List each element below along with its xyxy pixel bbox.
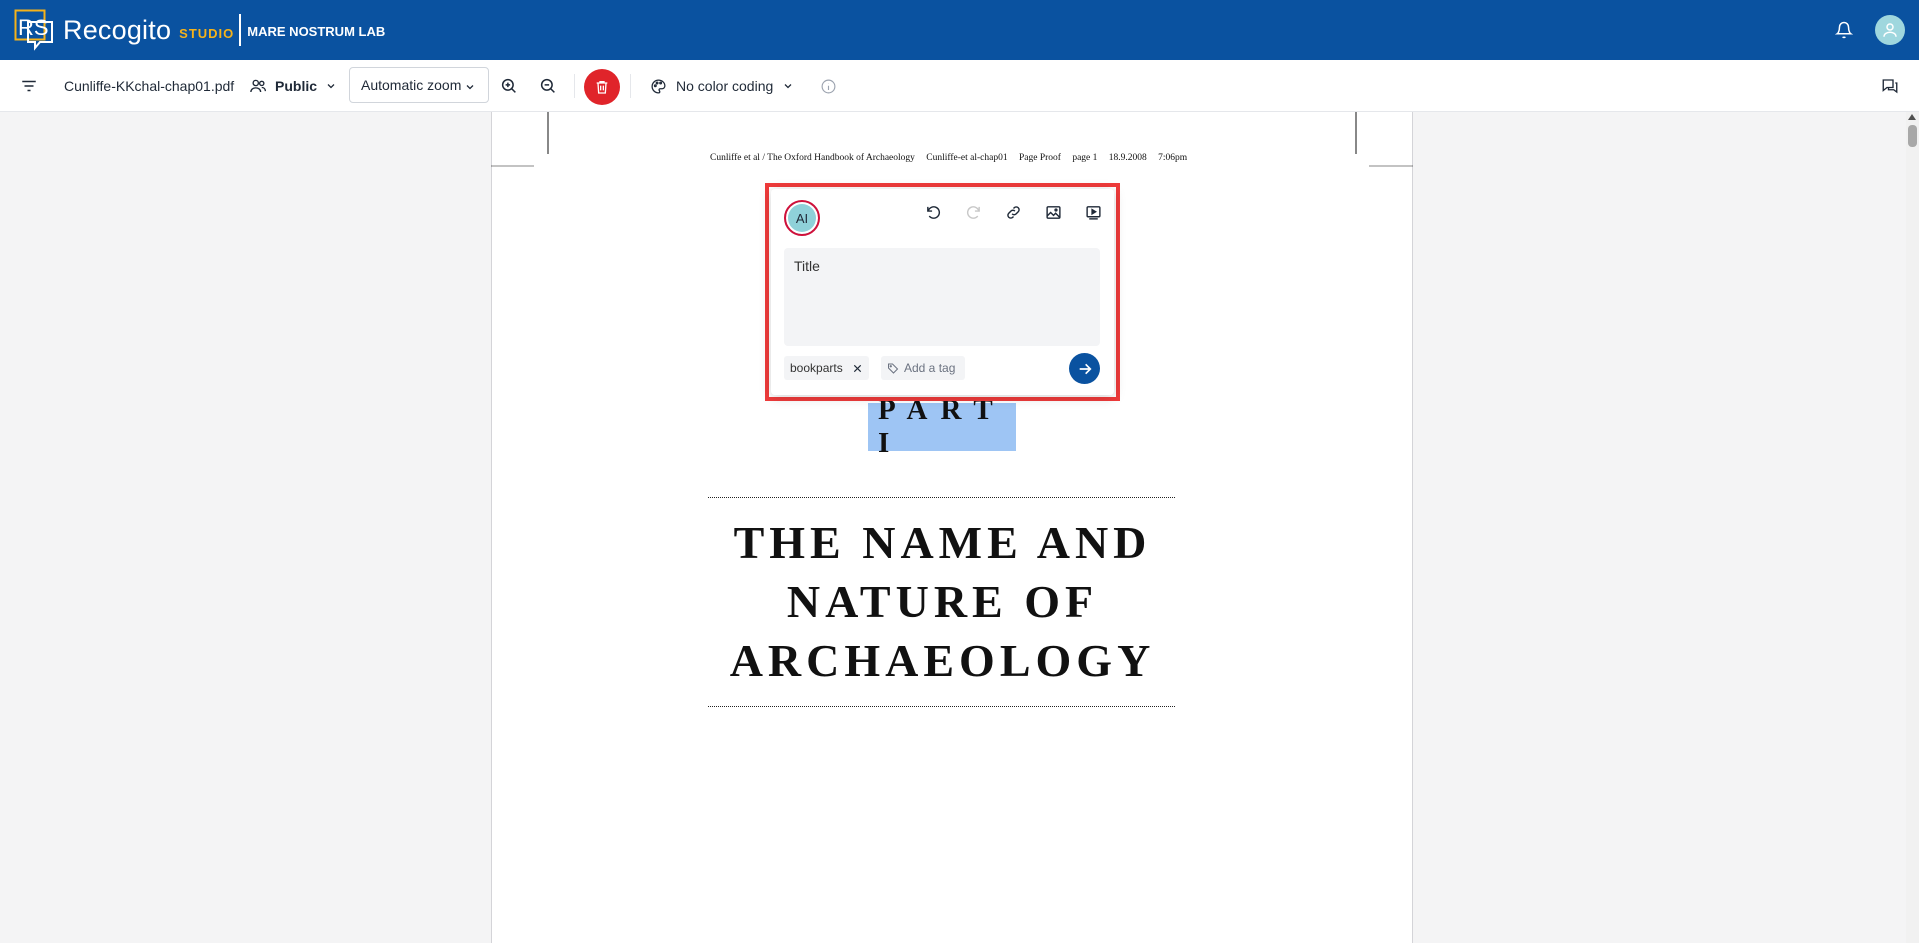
toolbar-divider xyxy=(574,74,575,98)
user-icon xyxy=(1883,23,1897,37)
recogito-logo-icon: RS xyxy=(14,9,59,51)
delete-button[interactable] xyxy=(584,69,620,105)
comments-button[interactable] xyxy=(1881,60,1899,112)
undo-button[interactable] xyxy=(924,203,942,221)
users-icon xyxy=(250,79,267,93)
user-avatar[interactable] xyxy=(1875,15,1905,45)
insert-video-button[interactable] xyxy=(1084,203,1102,221)
comment-editor[interactable]: Title xyxy=(784,248,1100,346)
color-coding-label: No color coding xyxy=(676,78,774,94)
document-toolbar: Cunliffe-KKchal-chap01.pdf Public Automa… xyxy=(0,60,1919,112)
filter-button[interactable] xyxy=(20,60,38,112)
palette-icon xyxy=(651,78,666,94)
undo-icon xyxy=(926,205,940,219)
visibility-label: Public xyxy=(275,78,318,94)
annotator-avatar: AI xyxy=(784,200,820,236)
arrow-right-icon xyxy=(1079,363,1092,374)
app-header: RS Recogito STUDIO MARE NOSTRUM LAB xyxy=(0,0,1919,60)
scrollbar-thumb[interactable] xyxy=(1908,125,1917,147)
document-filename: Cunliffe-KKchal-chap01.pdf xyxy=(64,78,235,94)
color-coding-dropdown[interactable]: No color coding xyxy=(650,60,794,112)
selected-text-highlight[interactable]: PART I xyxy=(868,394,1016,459)
tag-chip[interactable]: bookparts xyxy=(784,356,869,380)
link-icon xyxy=(1006,205,1020,219)
info-button[interactable] xyxy=(820,60,837,112)
dotted-rule xyxy=(708,706,1175,707)
submit-annotation-button[interactable] xyxy=(1069,353,1100,384)
insert-link-button[interactable] xyxy=(1004,203,1022,221)
dotted-rule xyxy=(708,497,1175,498)
redo-button[interactable] xyxy=(964,203,982,221)
visibility-dropdown[interactable]: Public xyxy=(249,60,337,112)
brand-suffix: STUDIO xyxy=(179,25,235,41)
bell-icon[interactable] xyxy=(1834,21,1854,39)
chevron-down-icon xyxy=(466,85,474,90)
chevron-down-icon xyxy=(327,84,335,89)
zoom-out-button[interactable] xyxy=(539,60,557,112)
chat-bubbles-icon xyxy=(1882,79,1898,94)
zoom-label: Automatic zoom xyxy=(361,77,462,93)
add-tag-input[interactable]: Add a tag xyxy=(881,356,965,380)
info-icon xyxy=(821,79,836,93)
trash-icon xyxy=(596,81,608,94)
svg-text:RS: RS xyxy=(18,15,49,40)
add-tag-placeholder: Add a tag xyxy=(904,361,956,375)
running-head: Cunliffe et al / The Oxford Handbook of … xyxy=(710,153,1188,163)
chapter-title: THE NAME AND NATURE OF ARCHAEOLOGY xyxy=(729,517,1156,686)
filter-lines-icon xyxy=(22,80,36,92)
toolbar-divider xyxy=(630,74,631,98)
video-icon xyxy=(1085,205,1101,220)
zoom-out-icon xyxy=(540,78,555,93)
redo-icon xyxy=(966,205,980,219)
zoom-select[interactable]: Automatic zoom xyxy=(349,67,489,103)
insert-image-button[interactable] xyxy=(1044,203,1062,221)
logo-divider xyxy=(239,14,242,46)
comment-text: Title xyxy=(794,258,820,274)
scroll-up-arrow-icon[interactable] xyxy=(1908,114,1916,120)
chevron-down-icon xyxy=(784,84,792,89)
logo[interactable]: RS Recogito STUDIO MARE NOSTRUM LAB xyxy=(14,0,385,60)
remove-tag-close-icon[interactable] xyxy=(852,363,863,374)
zoom-in-icon xyxy=(501,78,516,93)
zoom-in-button[interactable] xyxy=(500,60,518,112)
brand-name: Recogito xyxy=(63,14,172,45)
annotation-popup: AI Title bookparts Add a tag xyxy=(771,189,1114,395)
tag-icon xyxy=(888,363,899,374)
scrollbar[interactable] xyxy=(1906,112,1919,943)
tag-label: bookparts xyxy=(790,361,843,375)
organization-name: MARE NOSTRUM LAB xyxy=(247,23,386,39)
image-icon xyxy=(1045,205,1061,219)
